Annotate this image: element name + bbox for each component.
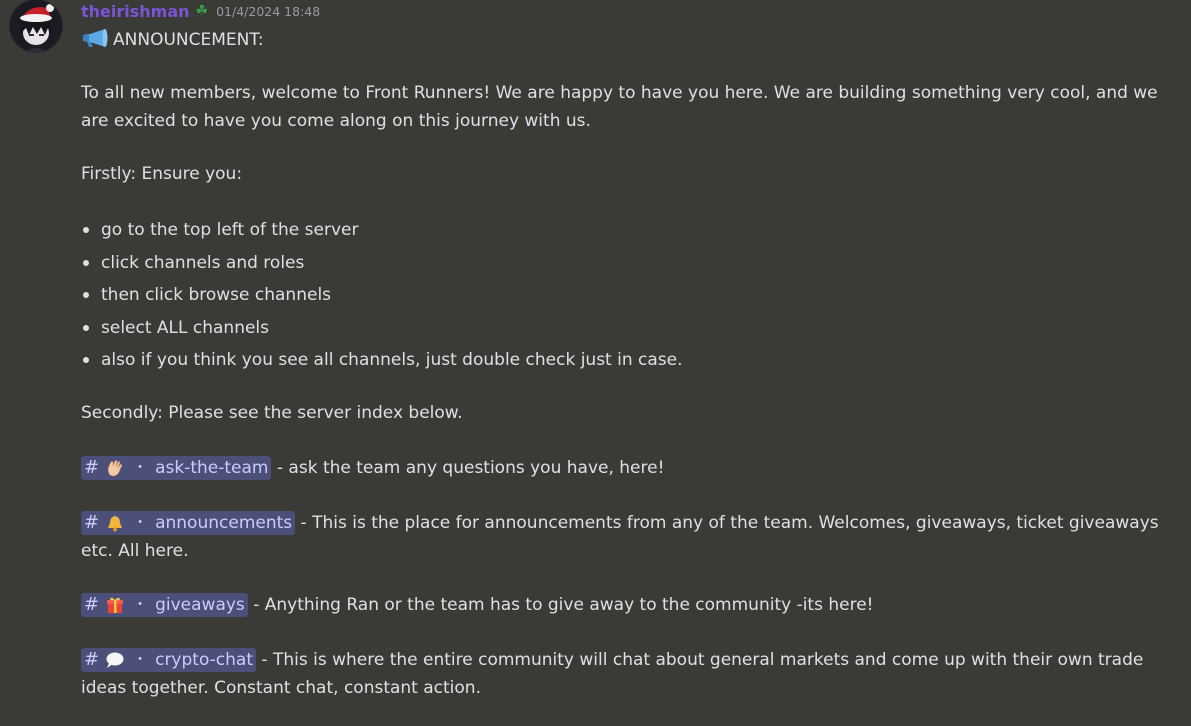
steps-list: go to the top left of the server click c… xyxy=(81,214,1161,377)
avatar-image xyxy=(10,0,62,52)
clover-icon[interactable]: ☘ xyxy=(196,4,209,18)
channel-mention-ask-the-team[interactable]: # ・ ask-the-team xyxy=(81,455,272,480)
avatar[interactable] xyxy=(10,0,62,52)
separator: ・ xyxy=(133,596,148,613)
channel-entry-crypto-chat: # ・ crypto-chat - This is where the enti… xyxy=(81,646,1161,702)
speech-bubble-icon xyxy=(106,652,124,668)
channel-entry-announcements: # ・ announcements - This is the place fo… xyxy=(81,509,1161,565)
announcement-heading: ANNOUNCEMENT: xyxy=(81,26,1161,54)
channel-name: announcements xyxy=(155,512,293,533)
channel-entry-ask-the-team: # ・ ask-the-team - ask the team any ques… xyxy=(81,454,1161,482)
timestamp[interactable]: 01/4/2024 18:48 xyxy=(216,4,320,19)
secondly-line: Secondly: Please see the server index be… xyxy=(81,402,463,423)
list-item: go to the top left of the server xyxy=(81,214,1161,247)
username[interactable]: theirishman xyxy=(81,2,190,21)
gift-icon xyxy=(107,597,124,613)
channel-name: crypto-chat xyxy=(155,649,254,670)
list-item: select ALL channels xyxy=(81,312,1161,345)
hash-icon: # xyxy=(84,511,100,533)
channel-mention-giveaways[interactable]: # ・ giveaways xyxy=(81,592,248,617)
waving-hand-icon xyxy=(107,459,123,476)
channel-description: - ask the team any questions you have, h… xyxy=(271,457,665,478)
channel-description: - Anything Ran or the team has to give a… xyxy=(247,594,874,615)
message-header: theirishman ☘ 01/4/2024 18:48 xyxy=(81,0,320,22)
megaphone-icon xyxy=(83,29,108,47)
list-item: click channels and roles xyxy=(81,247,1161,280)
channel-name: ask-the-team xyxy=(155,457,269,478)
hash-icon: # xyxy=(84,648,100,670)
chat-message: theirishman ☘ 01/4/2024 18:48 ANNOUNCEME… xyxy=(0,0,1191,726)
heading-text: ANNOUNCEMENT: xyxy=(113,30,264,50)
message-content: ANNOUNCEMENT: To all new members, welcom… xyxy=(81,26,1161,702)
channel-mention-crypto-chat[interactable]: # ・ crypto-chat xyxy=(81,647,257,672)
list-item: also if you think you see all channels, … xyxy=(81,344,1161,377)
list-item: then click browse channels xyxy=(81,279,1161,312)
hash-icon: # xyxy=(84,456,100,478)
hash-icon: # xyxy=(84,593,100,615)
firstly-line: Firstly: Ensure you: xyxy=(81,164,243,184)
separator: ・ xyxy=(133,651,148,668)
intro-paragraph: To all new members, welcome to Front Run… xyxy=(81,83,1158,131)
separator: ・ xyxy=(133,459,148,476)
channel-mention-announcements[interactable]: # ・ announcements xyxy=(81,510,296,535)
channel-name: giveaways xyxy=(155,594,245,615)
separator: ・ xyxy=(133,514,148,531)
bell-icon xyxy=(108,515,123,531)
channel-entry-giveaways: # ・ giveaways - Anything Ran or the team… xyxy=(81,591,1161,619)
